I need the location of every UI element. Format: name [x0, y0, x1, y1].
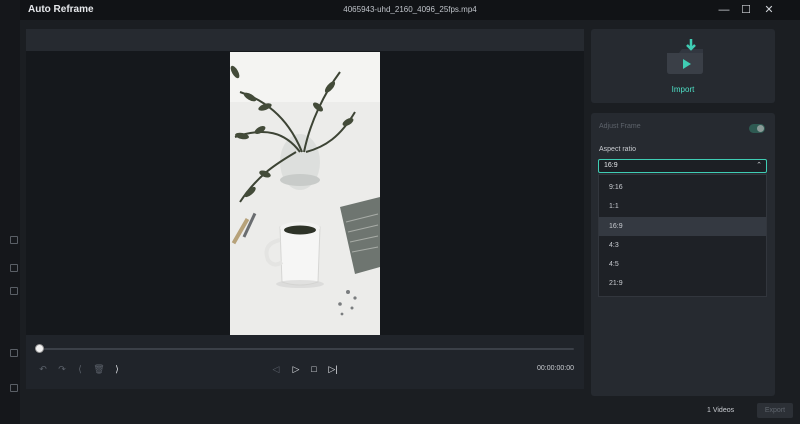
bg-audio-icon — [10, 384, 18, 392]
playback-controls: ↶ ↷ ⟨ 🗑 ⟩ ◁ ▷ □ ▷| 00:00:00:00 — [26, 335, 584, 389]
video-frame — [230, 52, 380, 335]
aspect-ratio-select[interactable]: 16:9 ⌃ — [598, 159, 767, 173]
aspect-option-4-3[interactable]: 4:3 — [599, 236, 766, 255]
mark-out-icon[interactable]: ⟩ — [111, 363, 123, 375]
aspect-option-9-16[interactable]: 9:16 — [599, 178, 766, 197]
export-button[interactable]: Export — [757, 403, 793, 418]
video-thumbnail-image — [230, 52, 380, 335]
background-sidebar — [0, 0, 20, 424]
bg-media-icon — [10, 349, 18, 357]
aspect-ratio-value: 16:9 — [604, 162, 618, 169]
aspect-option-16-9[interactable]: 16:9 — [599, 217, 766, 236]
undo-icon[interactable]: ↶ — [37, 363, 49, 375]
play-icon[interactable]: ▷ — [290, 363, 302, 375]
bg-link-icon — [10, 287, 18, 295]
aspect-option-1-1[interactable]: 1:1 — [599, 197, 766, 216]
toggle-knob — [757, 125, 764, 132]
chevron-up-icon: ⌃ — [756, 162, 762, 169]
redo-icon[interactable]: ↷ — [56, 363, 68, 375]
settings-panel: Adjust Frame Aspect ratio 16:9 ⌃ 9:16 1:… — [591, 113, 775, 396]
stop-icon[interactable]: □ — [308, 363, 320, 375]
bg-grid-icon — [10, 264, 18, 272]
auto-reframe-window: Auto Reframe 4065943-uhd_2160_4096_25fps… — [20, 0, 800, 424]
timeline-track[interactable] — [40, 348, 574, 350]
aspect-option-21-9[interactable]: 21:9 — [599, 274, 766, 293]
bg-square-icon — [10, 236, 18, 244]
video-preview — [26, 29, 584, 335]
aspect-ratio-label: Aspect ratio — [599, 146, 636, 153]
delete-icon[interactable]: 🗑 — [93, 363, 105, 375]
aspect-ratio-dropdown: 9:16 1:1 16:9 4:3 4:5 21:9 — [598, 174, 767, 297]
close-icon[interactable]: ✕ — [761, 2, 777, 18]
import-panel[interactable]: Import — [591, 29, 775, 103]
adjust-frame-label: Adjust Frame — [599, 123, 641, 130]
import-label: Import — [671, 85, 695, 94]
playhead-handle[interactable] — [35, 344, 44, 353]
next-frame-icon[interactable]: ▷| — [327, 363, 339, 375]
video-count: 1 Videos — [707, 407, 735, 414]
preview-top-bar — [26, 29, 584, 51]
mark-in-icon[interactable]: ⟨ — [74, 363, 86, 375]
maximize-icon[interactable]: ☐ — [738, 2, 754, 18]
previous-frame-icon[interactable]: ◁ — [270, 363, 282, 375]
titlebar: Auto Reframe 4065943-uhd_2160_4096_25fps… — [20, 0, 800, 20]
import-media-icon — [667, 39, 703, 74]
file-name: 4065943-uhd_2160_4096_25fps.mp4 — [343, 5, 477, 14]
aspect-option-4-5[interactable]: 4:5 — [599, 255, 766, 274]
minimize-icon[interactable]: — — [716, 2, 732, 18]
adjust-frame-toggle[interactable] — [749, 124, 765, 133]
timecode: 00:00:00:00 — [537, 365, 574, 372]
